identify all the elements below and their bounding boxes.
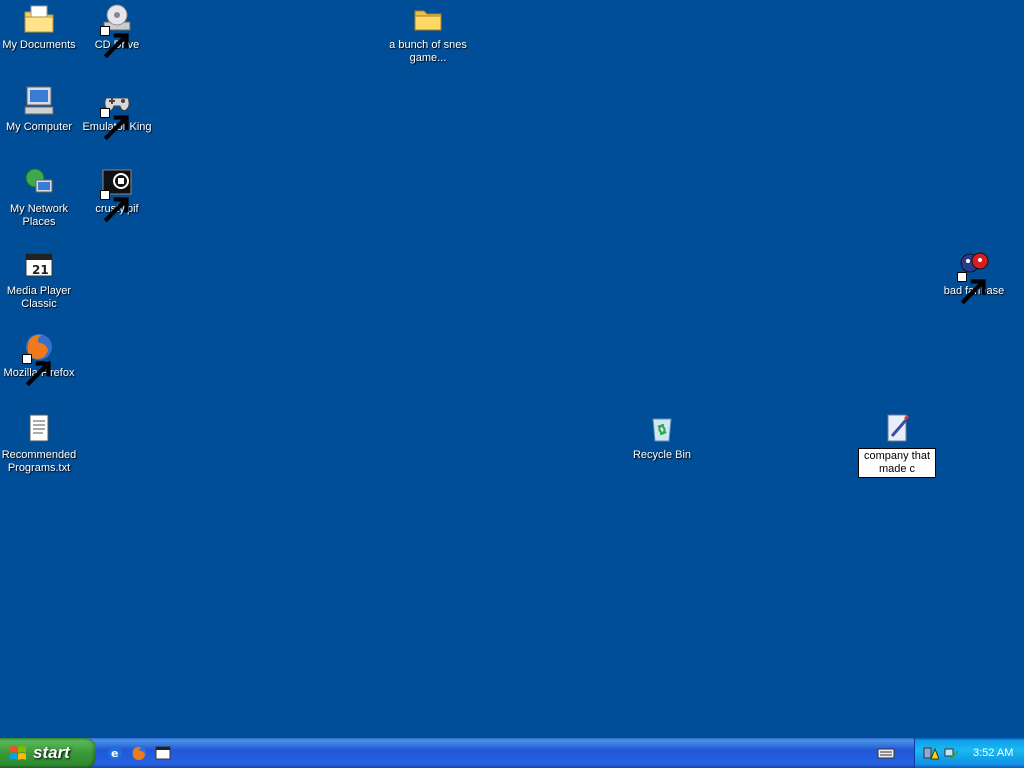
desktop-icon-bad-fanbase[interactable]: bad fanbase <box>935 248 1013 305</box>
network-places-icon <box>22 166 56 200</box>
desktop-icon-snes-folder[interactable]: a bunch of snes game... <box>389 2 467 65</box>
shortcut-arrow-icon <box>22 354 51 387</box>
shortcut-arrow-icon <box>100 108 129 141</box>
desktop-icon-my-computer[interactable]: My Computer <box>0 84 78 134</box>
desktop-icon-my-documents[interactable]: My Documents <box>0 2 78 52</box>
desktop-icon-label: Recycle Bin <box>632 449 692 461</box>
recycle-bin-icon <box>645 412 679 446</box>
desktop-icon-label: My Network Places <box>9 203 69 228</box>
start-button[interactable]: start <box>0 738 96 768</box>
desktop-icon-mozilla-firefox[interactable]: Mozilla Firefox <box>0 330 78 387</box>
desktop-icon-label: Recommended Programs.txt <box>1 449 77 474</box>
desktop-icon-recycle-bin[interactable]: Recycle Bin <box>623 412 701 462</box>
folder-icon <box>411 2 445 36</box>
fanbase-icon <box>957 248 991 305</box>
shortcut-arrow-icon <box>100 26 129 59</box>
cd-drive-icon <box>100 2 134 59</box>
network-icon[interactable] <box>943 745 959 761</box>
shortcut-arrow-icon <box>100 190 129 223</box>
document-icon <box>880 412 914 446</box>
keyboard-icon[interactable] <box>876 744 896 762</box>
desktop-icon-label: My Documents <box>2 39 76 51</box>
text-file-icon <box>22 412 56 446</box>
windows-logo-icon <box>10 746 26 760</box>
rename-input[interactable] <box>858 448 936 478</box>
quick-launch: e <box>106 744 172 762</box>
desktop-icon-cd-drive[interactable]: CD Drive <box>78 2 156 59</box>
internet-explorer-icon[interactable]: e <box>106 744 124 762</box>
media-player-icon[interactable] <box>154 744 172 762</box>
desktop-icon-my-network-places[interactable]: My Network Places <box>0 166 78 229</box>
svg-text:21: 21 <box>32 263 49 277</box>
desktop-icon-media-player-classic[interactable]: 21 Media Player Classic <box>0 248 78 311</box>
my-documents-icon <box>22 2 56 36</box>
desktop-icon-label: a bunch of snes game... <box>389 39 467 64</box>
security-alert-icon[interactable] <box>923 745 939 761</box>
firefox-icon <box>22 330 56 387</box>
desktop-icon-emulator-king[interactable]: Emulator King <box>78 84 156 141</box>
svg-text:e: e <box>111 747 118 760</box>
taskbar: start e <box>0 738 1024 768</box>
shortcut-arrow-icon <box>957 272 986 305</box>
desktop[interactable]: My Documents CD Drive a bunch of snes ga… <box>0 0 1024 738</box>
start-label: start <box>33 743 70 762</box>
desktop-icon-crusty-pif[interactable]: crusty.pif <box>78 166 156 223</box>
my-computer-icon <box>22 84 56 118</box>
pif-file-icon <box>100 166 134 223</box>
system-tray: 3:52 AM <box>914 738 1024 768</box>
desktop-icon-label: My Computer <box>5 121 73 133</box>
clock[interactable]: 3:52 AM <box>973 747 1013 759</box>
desktop-icon-label: Media Player Classic <box>6 285 72 310</box>
desktop-icon-recommended-programs[interactable]: Recommended Programs.txt <box>0 412 78 475</box>
media-player-icon: 21 <box>22 248 56 282</box>
desktop-icon-renaming[interactable] <box>858 412 936 478</box>
firefox-icon[interactable] <box>130 744 148 762</box>
gamepad-icon <box>100 84 134 141</box>
